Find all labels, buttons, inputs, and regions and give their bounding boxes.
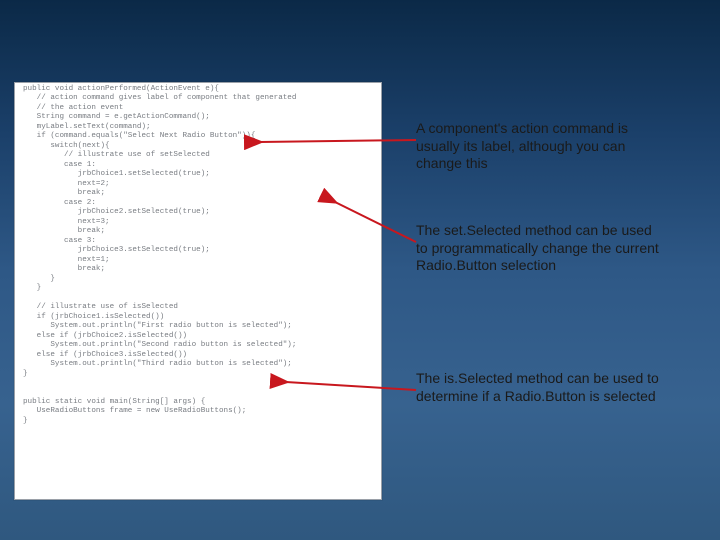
code-panel: public void actionPerformed(ActionEvent … (14, 82, 382, 500)
callout-is-selected: The is.Selected method can be used to de… (416, 370, 666, 405)
callout-action-command: A component's action command is usually … (416, 120, 666, 173)
slide-container: public void actionPerformed(ActionEvent … (0, 0, 720, 540)
code-listing: public void actionPerformed(ActionEvent … (23, 85, 379, 426)
callout-set-selected: The set.Selected method can be used to p… (416, 222, 666, 275)
